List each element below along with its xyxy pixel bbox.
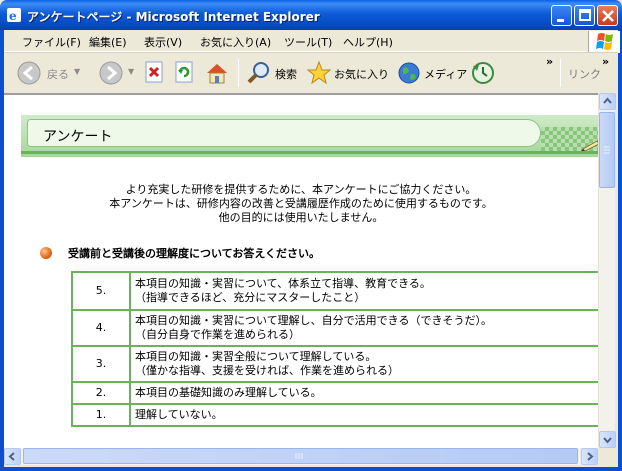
history-icon bbox=[472, 62, 494, 84]
page-banner: アンケート bbox=[21, 115, 598, 157]
links-separator bbox=[560, 59, 561, 87]
media-globe-icon bbox=[398, 62, 420, 84]
menu-edit[interactable]: 編集(E) bbox=[89, 34, 127, 50]
toolbar: 戻る ▼ ▼ 検索 お気に入り メディア » リンク » bbox=[4, 52, 618, 92]
scale-description: 本項目の知識・実習全般について理解している。 （僅かな指導、支援を受ければ、作業… bbox=[129, 345, 598, 383]
favorites-star-icon bbox=[306, 60, 332, 85]
refresh-button[interactable] bbox=[174, 60, 198, 86]
media-label: メディア bbox=[424, 68, 468, 81]
vertical-scroll-thumb[interactable] bbox=[599, 112, 615, 188]
scale-line: 本項目の知識・実習について理解し、自分で活用できる（できそうだ）。 bbox=[135, 314, 492, 327]
favorites-label: お気に入り bbox=[334, 68, 389, 81]
banner-underline bbox=[21, 151, 598, 154]
scroll-left-button[interactable] bbox=[4, 448, 21, 465]
vertical-scrollbar[interactable] bbox=[598, 93, 616, 448]
scale-line: 本項目の知識・実習全般について理解している。 bbox=[135, 350, 377, 363]
back-arrow-icon bbox=[17, 61, 41, 85]
scale-description: 理解していない。 bbox=[129, 403, 598, 427]
search-button[interactable]: 検索 bbox=[246, 60, 302, 86]
window-frame-bottom bbox=[0, 467, 622, 471]
minimize-button[interactable] bbox=[551, 5, 572, 26]
scale-description: 本項目の基礎知識のみ理解している。 bbox=[129, 381, 598, 405]
table-row: 5. 本項目の知識・実習について、体系立て指導、教育できる。 （指導できるほど、… bbox=[71, 271, 598, 311]
scale-description: 本項目の知識・実習について理解し、自分で活用できる（できそうだ）。 （自分自身で… bbox=[129, 309, 598, 347]
search-label: 検索 bbox=[275, 68, 297, 81]
home-button[interactable] bbox=[204, 60, 232, 86]
maximize-button[interactable] bbox=[574, 5, 595, 26]
table-row: 2. 本項目の基礎知識のみ理解している。 bbox=[71, 381, 598, 405]
page-title: アンケート bbox=[43, 129, 113, 145]
history-button[interactable] bbox=[470, 60, 496, 86]
back-label: 戻る bbox=[47, 68, 69, 81]
back-button[interactable]: 戻る ▼ bbox=[16, 60, 82, 86]
table-row: 3. 本項目の知識・実習全般について理解している。 （僅かな指導、支援を受ければ… bbox=[71, 345, 598, 383]
menu-favorites[interactable]: お気に入り(A) bbox=[200, 34, 271, 50]
scale-line: 本項目の基礎知識のみ理解している。 bbox=[135, 386, 322, 399]
window-title: アンケートページ - Microsoft Internet Explorer bbox=[27, 10, 320, 24]
scroll-down-button[interactable] bbox=[599, 431, 616, 448]
stop-icon bbox=[145, 61, 163, 83]
links-chevron[interactable]: » bbox=[602, 55, 609, 68]
section-title: 受講前と受講後の理解度についてお答えください。 bbox=[68, 247, 321, 260]
table-row: 1. 理解していない。 bbox=[71, 403, 598, 427]
forward-dropdown-icon[interactable]: ▼ bbox=[128, 67, 134, 76]
favorites-button[interactable]: お気に入り bbox=[306, 60, 390, 86]
scrollbar-corner bbox=[598, 448, 615, 465]
pencil-icon bbox=[581, 140, 598, 151]
intro-line-2: 本アンケートは、研修内容の改善と受講履歴作成のために使用するものです。 bbox=[109, 197, 493, 210]
table-row: 4. 本項目の知識・実習について理解し、自分で活用できる（できそうだ）。 （自分… bbox=[71, 309, 598, 347]
links-label[interactable]: リンク bbox=[568, 66, 601, 82]
understanding-scale-table: 5. 本項目の知識・実習について、体系立て指導、教育できる。 （指導できるほど、… bbox=[71, 271, 598, 427]
horizontal-scrollbar[interactable] bbox=[4, 448, 598, 465]
search-icon bbox=[247, 62, 269, 84]
orange-bullet-icon bbox=[40, 247, 52, 259]
title-bar[interactable]: e アンケートページ - Microsoft Internet Explorer bbox=[0, 0, 622, 30]
scale-description: 本項目の知識・実習について、体系立て指導、教育できる。 （指導できるほど、充分に… bbox=[129, 271, 598, 311]
menu-view[interactable]: 表示(V) bbox=[144, 34, 182, 50]
windows-logo-icon bbox=[588, 31, 620, 53]
scale-line: （自分自身で作業を進められる） bbox=[135, 328, 300, 341]
close-button[interactable] bbox=[597, 5, 618, 26]
menu-file[interactable]: ファイル(F) bbox=[22, 34, 81, 50]
stop-button[interactable] bbox=[144, 60, 168, 86]
scroll-up-button[interactable] bbox=[599, 93, 616, 110]
menu-bar: ファイル(F) 編集(E) 表示(V) お気に入り(A) ツール(T) ヘルプ(… bbox=[4, 30, 620, 53]
menu-help[interactable]: ヘルプ(H) bbox=[343, 34, 393, 50]
page-content: アンケート より充実した研修を提供するために、本アンケートにご協力ください。 本… bbox=[4, 93, 598, 448]
refresh-icon bbox=[175, 61, 193, 83]
svg-text:e: e bbox=[9, 9, 17, 23]
toolbar-chevron[interactable]: » bbox=[546, 55, 553, 68]
intro-line-1: より充実した研修を提供するために、本アンケートにご協力ください。 bbox=[125, 183, 477, 196]
ie-page-icon: e bbox=[6, 7, 22, 23]
scale-line: （指導できるほど、充分にマスターしたこと） bbox=[135, 291, 366, 304]
scale-line: 本項目の知識・実習について、体系立て指導、教育できる。 bbox=[135, 277, 431, 290]
scale-line: 理解していない。 bbox=[135, 408, 223, 421]
menu-tools[interactable]: ツール(T) bbox=[284, 34, 332, 50]
scroll-right-button[interactable] bbox=[581, 448, 598, 465]
back-dropdown-icon[interactable]: ▼ bbox=[74, 67, 80, 76]
toolbar-separator bbox=[238, 59, 239, 87]
scale-number: 2. bbox=[71, 381, 131, 405]
scale-number: 4. bbox=[71, 309, 131, 347]
scale-number: 5. bbox=[71, 271, 131, 311]
scale-number: 3. bbox=[71, 345, 131, 383]
intro-line-3: 他の目的には使用いたしません。 bbox=[218, 211, 384, 224]
media-button[interactable]: メディア bbox=[396, 60, 467, 86]
horizontal-scroll-thumb[interactable] bbox=[23, 448, 578, 464]
scale-line: （僅かな指導、支援を受ければ、作業を進められる） bbox=[135, 364, 399, 377]
forward-button[interactable]: ▼ bbox=[98, 60, 138, 86]
window-frame-right bbox=[618, 30, 622, 471]
home-icon bbox=[207, 64, 227, 84]
scale-number: 1. bbox=[71, 403, 131, 427]
forward-arrow-icon bbox=[99, 61, 123, 85]
